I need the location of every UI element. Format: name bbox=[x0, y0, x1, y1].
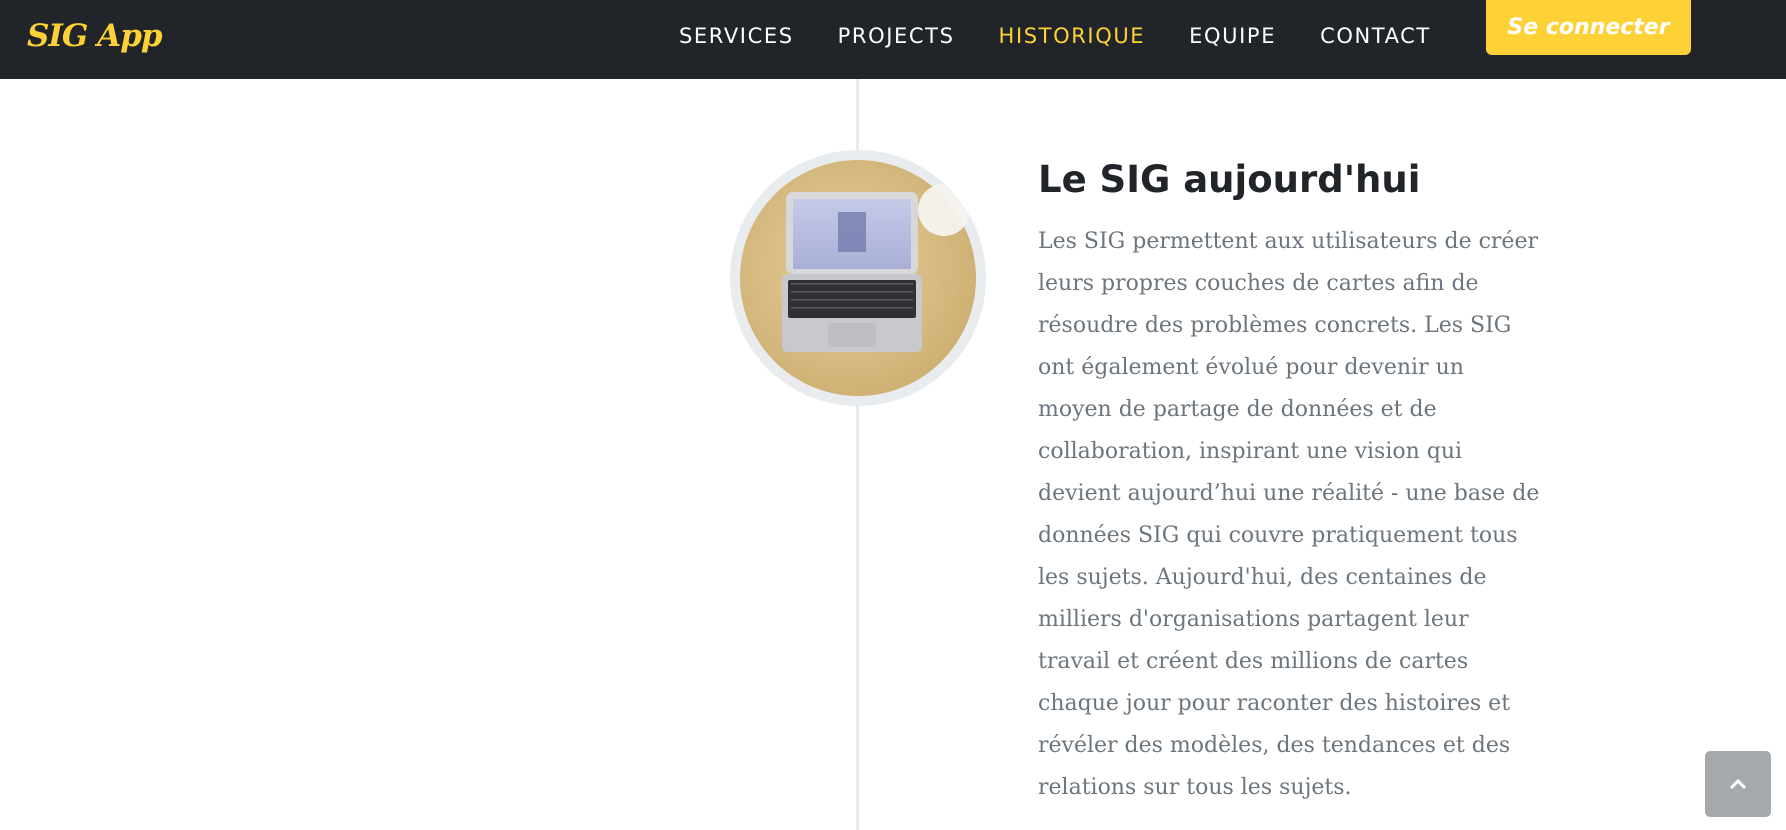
nav-item-equipe: EQUIPE bbox=[1189, 24, 1276, 48]
nav-item-services: SERVICES bbox=[679, 24, 794, 48]
nav-item-historique: HISTORIQUE bbox=[999, 24, 1146, 48]
nav-link-contact[interactable]: CONTACT bbox=[1320, 24, 1431, 48]
nav-link-projects[interactable]: PROJECTS bbox=[838, 24, 955, 48]
timeline-image bbox=[730, 150, 986, 406]
section-heading: Le SIG aujourd'hui bbox=[1038, 158, 1421, 201]
nav-menu: SERVICES PROJECTS HISTORIQUE EQUIPE CONT… bbox=[679, 24, 1431, 48]
laptop-on-desk-photo bbox=[740, 160, 976, 396]
section-body-text: Les SIG permettent aux utilisateurs de c… bbox=[1038, 229, 1540, 800]
navbar: SIG App SERVICES PROJECTS HISTORIQUE EQU… bbox=[0, 0, 1786, 79]
nav-link-services[interactable]: SERVICES bbox=[679, 24, 794, 48]
nav-link-historique[interactable]: HISTORIQUE bbox=[999, 24, 1146, 48]
nav-link-equipe[interactable]: EQUIPE bbox=[1189, 24, 1276, 48]
chevron-up-icon bbox=[1729, 778, 1747, 790]
nav-item-projects: PROJECTS bbox=[838, 24, 955, 48]
brand-logo[interactable]: SIG App bbox=[27, 18, 163, 54]
login-button[interactable]: Se connecter bbox=[1486, 0, 1691, 55]
back-to-top-button[interactable] bbox=[1705, 751, 1771, 817]
nav-item-contact: CONTACT bbox=[1320, 24, 1431, 48]
